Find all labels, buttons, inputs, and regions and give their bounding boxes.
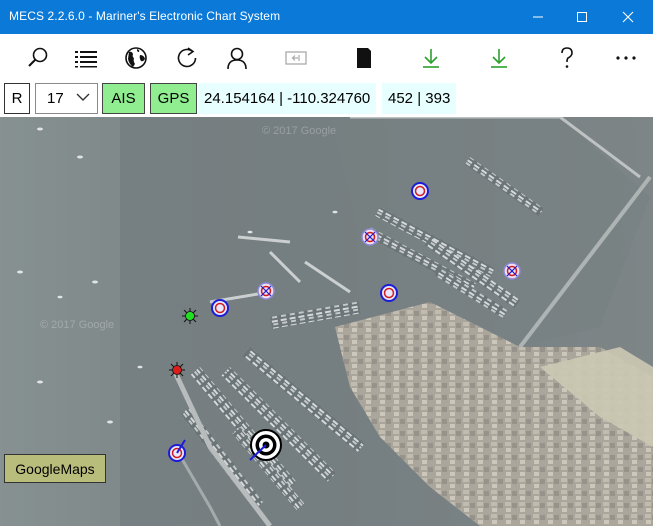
map-watermark-2: © 2017 Google xyxy=(40,319,115,331)
sd-card-icon xyxy=(357,47,371,68)
zoom-select[interactable]: 17 xyxy=(35,83,98,114)
list-icon xyxy=(75,50,97,67)
minimize-button[interactable] xyxy=(515,0,561,34)
gps-toggle[interactable]: GPS xyxy=(150,83,197,114)
googlemaps-button[interactable]: GoogleMaps xyxy=(4,454,106,483)
screen-button[interactable] xyxy=(274,34,318,81)
screen-icon xyxy=(285,50,307,65)
download-icon xyxy=(491,48,507,68)
ais-toggle[interactable]: AIS xyxy=(102,83,145,114)
search-icon xyxy=(28,47,48,67)
ais-anchored-marker[interactable] xyxy=(360,227,380,247)
refresh-button[interactable] xyxy=(165,34,209,81)
ais-anchored-marker[interactable] xyxy=(502,261,522,281)
ais-vessel-marker[interactable] xyxy=(379,283,399,303)
map-watermark-1: © 2017 Google xyxy=(262,125,337,137)
coordinates-readout: 24.154164 | -110.324760 xyxy=(198,83,377,114)
user-icon xyxy=(227,47,247,69)
download-icon xyxy=(423,48,439,68)
close-icon xyxy=(622,11,634,23)
title-bar: MECS 2.2.6.0 - Mariner's Electronic Char… xyxy=(0,0,653,34)
toolbar xyxy=(0,34,653,81)
maximize-button[interactable] xyxy=(559,0,605,34)
ais-vessel-marker[interactable] xyxy=(210,298,230,318)
pixel-readout: 452 | 393 xyxy=(382,83,457,114)
more-icon xyxy=(616,55,636,60)
globe-button[interactable] xyxy=(114,34,158,81)
chevron-down-icon xyxy=(76,93,90,101)
help-button[interactable] xyxy=(545,34,589,81)
controls-bar: R 17 AIS GPS 24.154164 | -110.324760 452… xyxy=(0,81,653,117)
globe-icon xyxy=(125,46,147,69)
search-button[interactable] xyxy=(16,34,60,81)
list-button[interactable] xyxy=(64,34,108,81)
user-button[interactable] xyxy=(215,34,259,81)
maximize-icon xyxy=(577,12,587,22)
ais-anchored-marker[interactable] xyxy=(256,281,276,301)
close-button[interactable] xyxy=(605,0,651,34)
refresh-icon xyxy=(177,46,197,67)
sd-card-button[interactable] xyxy=(342,34,386,81)
zoom-value: 17 xyxy=(47,90,64,107)
ais-vessel-marker-heading[interactable] xyxy=(167,439,191,463)
download-button-1[interactable] xyxy=(409,34,453,81)
ais-vessel-marker[interactable] xyxy=(410,181,430,201)
minimize-icon xyxy=(533,16,543,18)
r-button[interactable]: R xyxy=(4,83,30,114)
help-icon xyxy=(561,46,573,68)
red-beacon-marker[interactable] xyxy=(168,361,186,379)
own-ship-target-icon[interactable] xyxy=(247,428,283,464)
more-button[interactable] xyxy=(604,34,648,81)
download-button-2[interactable] xyxy=(477,34,521,81)
chart-map[interactable]: © 2017 Google © 2017 Google GoogleMaps xyxy=(0,117,653,526)
window-title: MECS 2.2.6.0 - Mariner's Electronic Char… xyxy=(9,9,281,23)
green-beacon-marker[interactable] xyxy=(181,307,199,325)
